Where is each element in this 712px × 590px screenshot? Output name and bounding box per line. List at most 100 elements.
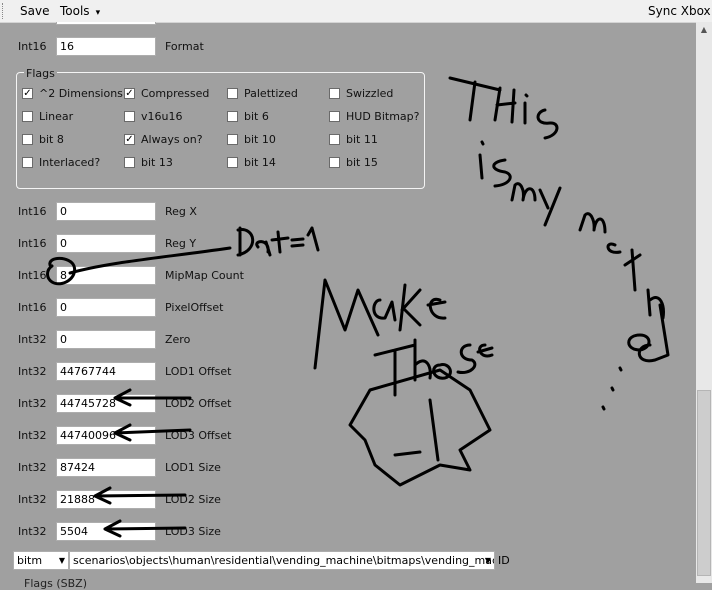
flag-label: bit 15 [346,156,378,169]
field-row: Int16 8 MipMap Count [0,266,696,286]
field-value-input[interactable]: 44745728 [56,394,156,413]
field-type: Int32 [18,365,47,378]
flag-item[interactable]: v16u16 [124,110,224,125]
field-value-input[interactable]: 8 [56,266,156,285]
flag-checkbox[interactable] [227,111,238,122]
flag-label: bit 13 [141,156,173,169]
sync-xbox-button[interactable]: Sync Xbox [648,4,711,18]
field-value-input[interactable]: 0 [56,202,156,221]
flag-item[interactable]: Interlaced? [22,156,122,171]
field-row: Int32 0 Zero [0,330,696,350]
field-type: Int16 [18,301,47,314]
field-name: Zero [165,333,191,346]
field-name: MipMap Count [165,269,244,282]
flag-item[interactable]: bit 15 [329,156,429,171]
field-row: Int32 87424 LOD1 Size [0,458,696,478]
field-type: Int16 [18,205,47,218]
flag-item[interactable]: bit 14 [227,156,327,171]
field-name: Reg Y [165,237,197,250]
flag-label: Palettized [244,87,298,100]
flag-item[interactable]: Swizzled [329,87,429,102]
flag-checkbox[interactable] [329,134,340,145]
field-row: Int32 44745728 LOD2 Offset [0,394,696,414]
field-value-input[interactable]: 44740096 [56,426,156,445]
flag-checkbox[interactable] [329,88,340,99]
flag-checkbox[interactable] [329,157,340,168]
field-value-input[interactable]: 0 [56,234,156,253]
field-value-input[interactable]: 87424 [56,458,156,477]
tools-menu-label: Tools [60,4,90,18]
menu-bar: Save Tools ▾ Sync Xbox [0,0,712,23]
tools-menu[interactable]: Tools ▾ [60,4,100,18]
flag-checkbox[interactable] [227,88,238,99]
flag-checkbox[interactable] [329,111,340,122]
chevron-down-icon: ▾ [95,8,101,18]
scroll-thumb[interactable] [697,390,711,576]
field-row: Int32 21888 LOD2 Size [0,490,696,510]
field-name: LOD3 Offset [165,429,232,442]
dropdown-arrow-icon: ▼ [484,556,491,565]
format-input[interactable]: 16 [56,37,156,56]
flag-checkbox[interactable] [227,157,238,168]
field-name: Reg X [165,205,197,218]
vertical-scrollbar[interactable]: ▲ [696,22,712,583]
dropdown-arrow-icon: ▼ [58,556,65,565]
partial-field-box[interactable] [56,22,156,25]
field-row-format: Int16 16 Format [0,37,696,57]
tag-path-value: scenarios\objects\human\residential\vend… [73,554,495,567]
flag-checkbox[interactable] [22,134,33,145]
flag-label: HUD Bitmap? [346,110,420,123]
flag-item[interactable]: bit 13 [124,156,224,171]
scroll-up-arrow-icon[interactable]: ▲ [696,22,712,38]
flag-checkbox[interactable] [22,157,33,168]
flag-item[interactable]: ✓ ^2 Dimensions [22,87,123,102]
flag-label: v16u16 [141,110,183,123]
field-row: Int32 5504 LOD3 Size [0,522,696,542]
tag-class-select[interactable]: bitm ▼ [13,551,69,570]
flag-item[interactable]: Palettized [227,87,327,102]
field-type: Int32 [18,333,47,346]
id-label: ID [498,554,510,567]
flag-item[interactable]: bit 6 [227,110,327,125]
menu-grip [2,3,6,19]
flag-item[interactable]: Linear [22,110,122,125]
flag-checkbox[interactable] [124,111,135,122]
flag-label: bit 11 [346,133,378,146]
flag-label: Always on? [141,133,203,146]
field-type: Int32 [18,493,47,506]
field-value-input[interactable]: 44767744 [56,362,156,381]
flag-checkbox[interactable] [227,134,238,145]
flag-item[interactable]: HUD Bitmap? [329,110,429,125]
field-value-input[interactable]: 5504 [56,522,156,541]
field-value-input[interactable]: 0 [56,298,156,317]
field-name: LOD1 Offset [165,365,232,378]
tag-class-value: bitm [17,554,43,567]
flag-label: Swizzled [346,87,394,100]
flag-label: bit 14 [244,156,276,169]
flag-checkbox[interactable]: ✓ [124,88,135,99]
flag-item[interactable]: bit 11 [329,133,429,148]
field-row: Int16 0 Reg Y [0,234,696,254]
field-value-input[interactable]: 0 [56,330,156,349]
field-name: LOD2 Offset [165,397,232,410]
flag-item[interactable]: ✓ Compressed [124,87,224,102]
field-row: Int16 0 PixelOffset [0,298,696,318]
field-name: Format [165,40,204,53]
flag-checkbox[interactable] [22,111,33,122]
tag-editor-panel: Int16 16 Format Flags ✓ ^2 Dimensions ✓ Com… [0,22,696,583]
flag-checkbox[interactable] [124,157,135,168]
flag-item[interactable]: bit 10 [227,133,327,148]
tag-path-select[interactable]: scenarios\objects\human\residential\vend… [69,551,495,570]
field-type: Int16 [18,40,47,53]
flag-item[interactable]: ✓ Always on? [124,133,224,148]
flag-checkbox[interactable]: ✓ [22,88,33,99]
field-type: Int32 [18,429,47,442]
field-row: Int16 0 Reg X [0,202,696,222]
field-type: Int32 [18,525,47,538]
flag-item[interactable]: bit 8 [22,133,122,148]
save-menu[interactable]: Save [20,4,49,18]
field-value-input[interactable]: 21888 [56,490,156,509]
field-row: Int32 44740096 LOD3 Offset [0,426,696,446]
flag-checkbox[interactable]: ✓ [124,134,135,145]
field-type: Int32 [18,461,47,474]
